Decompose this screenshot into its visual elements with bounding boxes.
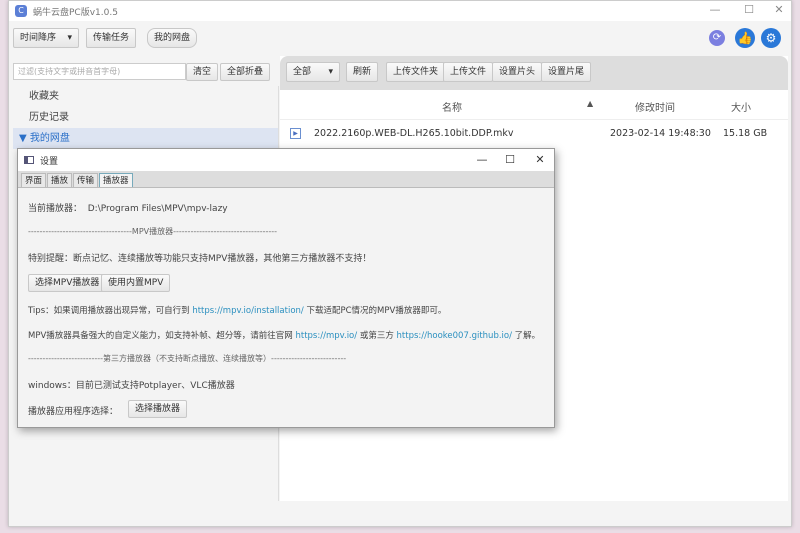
video-file-icon: ▶ xyxy=(290,128,301,139)
use-builtin-mpv-button[interactable]: 使用内置MPV xyxy=(101,274,171,292)
sort-value: 时间降序 xyxy=(20,33,57,43)
tips-prefix: Tips：如果调用播放器出现异常，可自行到 xyxy=(28,306,193,316)
tips-suffix: 下载适配PC情况的MPV播放器即可。 xyxy=(303,306,447,316)
set-outro-button[interactable]: 设置片尾 xyxy=(541,62,592,82)
dialog-title-bar: 设置 — ☐ ✕ xyxy=(18,149,554,171)
dialog-maximize-button[interactable]: ☐ xyxy=(500,153,520,166)
mpv-info-text: MPV播放器具备强大的自定义能力，如支持补帧、超分等，请前往官网 https:/… xyxy=(28,329,540,341)
close-button[interactable]: ✕ xyxy=(769,3,789,16)
app-logo-icon: C xyxy=(15,5,27,17)
file-name: 2022.2160p.WEB-DL.H265.10bit.DDP.mkv xyxy=(314,128,514,139)
tips-text: Tips：如果调用播放器出现异常，可自行到 https://mpv.io/ins… xyxy=(28,304,446,316)
tab-player[interactable]: 播放器 xyxy=(99,173,133,187)
title-bar: C 蜗牛云盘PC版v1.0.5 — ☐ ✕ xyxy=(9,1,791,21)
file-toolbar: 全部 ▾ 刷新 上传文件夹 上传文件 设置片头 设置片尾 xyxy=(280,56,788,90)
file-filter-dropdown[interactable]: 全部 ▾ xyxy=(286,62,340,82)
file-size: 15.18 GB xyxy=(723,128,768,139)
sidebar-item-my-disk[interactable]: ▼ 我的网盘 xyxy=(13,128,278,149)
transfer-tasks-button[interactable]: 传输任务 xyxy=(86,28,137,48)
mpv-notice: 特别提醒：断点记忆、连续播放等功能只支持MPV播放器，其他第三方播放器不支持！ xyxy=(28,254,372,264)
chevron-down-icon: ▾ xyxy=(67,33,72,43)
upload-folder-button[interactable]: 上传文件夹 xyxy=(386,62,446,82)
minimize-button[interactable]: — xyxy=(705,3,725,16)
mpv-section-divider: ------------------------------------MPV播… xyxy=(28,227,278,236)
current-player-path: D:\Program Files\MPV\mpv-lazy xyxy=(87,204,228,214)
maximize-button[interactable]: ☐ xyxy=(739,3,759,16)
column-modified[interactable]: 修改时间 xyxy=(635,99,675,114)
dialog-title: 设置 xyxy=(40,156,59,167)
sidebar-item-history[interactable]: 历史记录 xyxy=(13,107,278,128)
third-party-section-divider: --------------------------第三方播放器（不支持断点播放… xyxy=(28,354,347,363)
refresh-icon[interactable]: ⟳ xyxy=(709,30,725,46)
thumbs-up-icon[interactable]: 👍 xyxy=(735,28,755,48)
sort-dropdown[interactable]: 时间降序 ▾ xyxy=(13,28,79,48)
dialog-minimize-button[interactable]: — xyxy=(472,153,492,166)
dialog-close-button[interactable]: ✕ xyxy=(530,153,550,166)
mpv-info-suffix: 了解。 xyxy=(511,331,541,341)
mpv-info-prefix: MPV播放器具备强大的自定义能力，如支持补帧、超分等，请前往官网 xyxy=(28,331,296,341)
upload-file-button[interactable]: 上传文件 xyxy=(443,62,494,82)
window-title: 蜗牛云盘PC版v1.0.5 xyxy=(33,7,118,18)
collapse-all-button[interactable]: 全部折叠 xyxy=(220,63,271,81)
table-header: 名称 ▲ 修改时间 大小 xyxy=(280,90,788,120)
chevron-down-icon: ▾ xyxy=(328,67,333,77)
sort-asc-icon: ▲ xyxy=(587,99,594,108)
windows-note: windows：目前已测试支持Potplayer、VLC播放器 xyxy=(28,381,235,391)
clear-button[interactable]: 清空 xyxy=(186,63,219,81)
mpv-installation-link[interactable]: https://mpv.io/installation/ xyxy=(192,306,303,316)
window-icon xyxy=(24,156,34,164)
current-player-label: 当前播放器： xyxy=(28,204,83,214)
select-mpv-button[interactable]: 选择MPV播放器 xyxy=(28,274,107,292)
refresh-button[interactable]: 刷新 xyxy=(346,62,379,82)
column-size[interactable]: 大小 xyxy=(731,99,751,114)
my-disk-button[interactable]: 我的网盘 xyxy=(147,28,198,48)
settings-tabs: 界面 播放 传输 播放器 xyxy=(18,171,554,188)
hooke007-link[interactable]: https://hooke007.github.io/ xyxy=(397,331,512,341)
mpv-official-link[interactable]: https://mpv.io/ xyxy=(295,331,357,341)
tab-interface[interactable]: 界面 xyxy=(21,173,47,187)
gear-icon[interactable]: ⚙ xyxy=(761,28,781,48)
column-name[interactable]: 名称 xyxy=(442,99,462,114)
player-app-label: 播放器应用程序选择： xyxy=(28,407,119,417)
filter-input[interactable]: 过滤(支持文字或拼音首字母) xyxy=(13,63,186,80)
settings-dialog: 设置 — ☐ ✕ 界面 播放 传输 播放器 当前播放器： D:\Program … xyxy=(17,148,555,428)
select-player-button[interactable]: 选择播放器 xyxy=(128,400,188,418)
tab-playback[interactable]: 播放 xyxy=(47,173,73,187)
file-filter-value: 全部 xyxy=(293,67,312,77)
set-intro-button[interactable]: 设置片头 xyxy=(492,62,543,82)
tab-transfer[interactable]: 传输 xyxy=(73,173,99,187)
mpv-info-mid: 或第三方 xyxy=(357,331,397,341)
table-row[interactable]: ▶ 2022.2160p.WEB-DL.H265.10bit.DDP.mkv 2… xyxy=(280,120,788,148)
sidebar-item-favorites[interactable]: 收藏夹 xyxy=(13,86,278,107)
file-modified: 2023-02-14 19:48:30 xyxy=(610,128,711,139)
